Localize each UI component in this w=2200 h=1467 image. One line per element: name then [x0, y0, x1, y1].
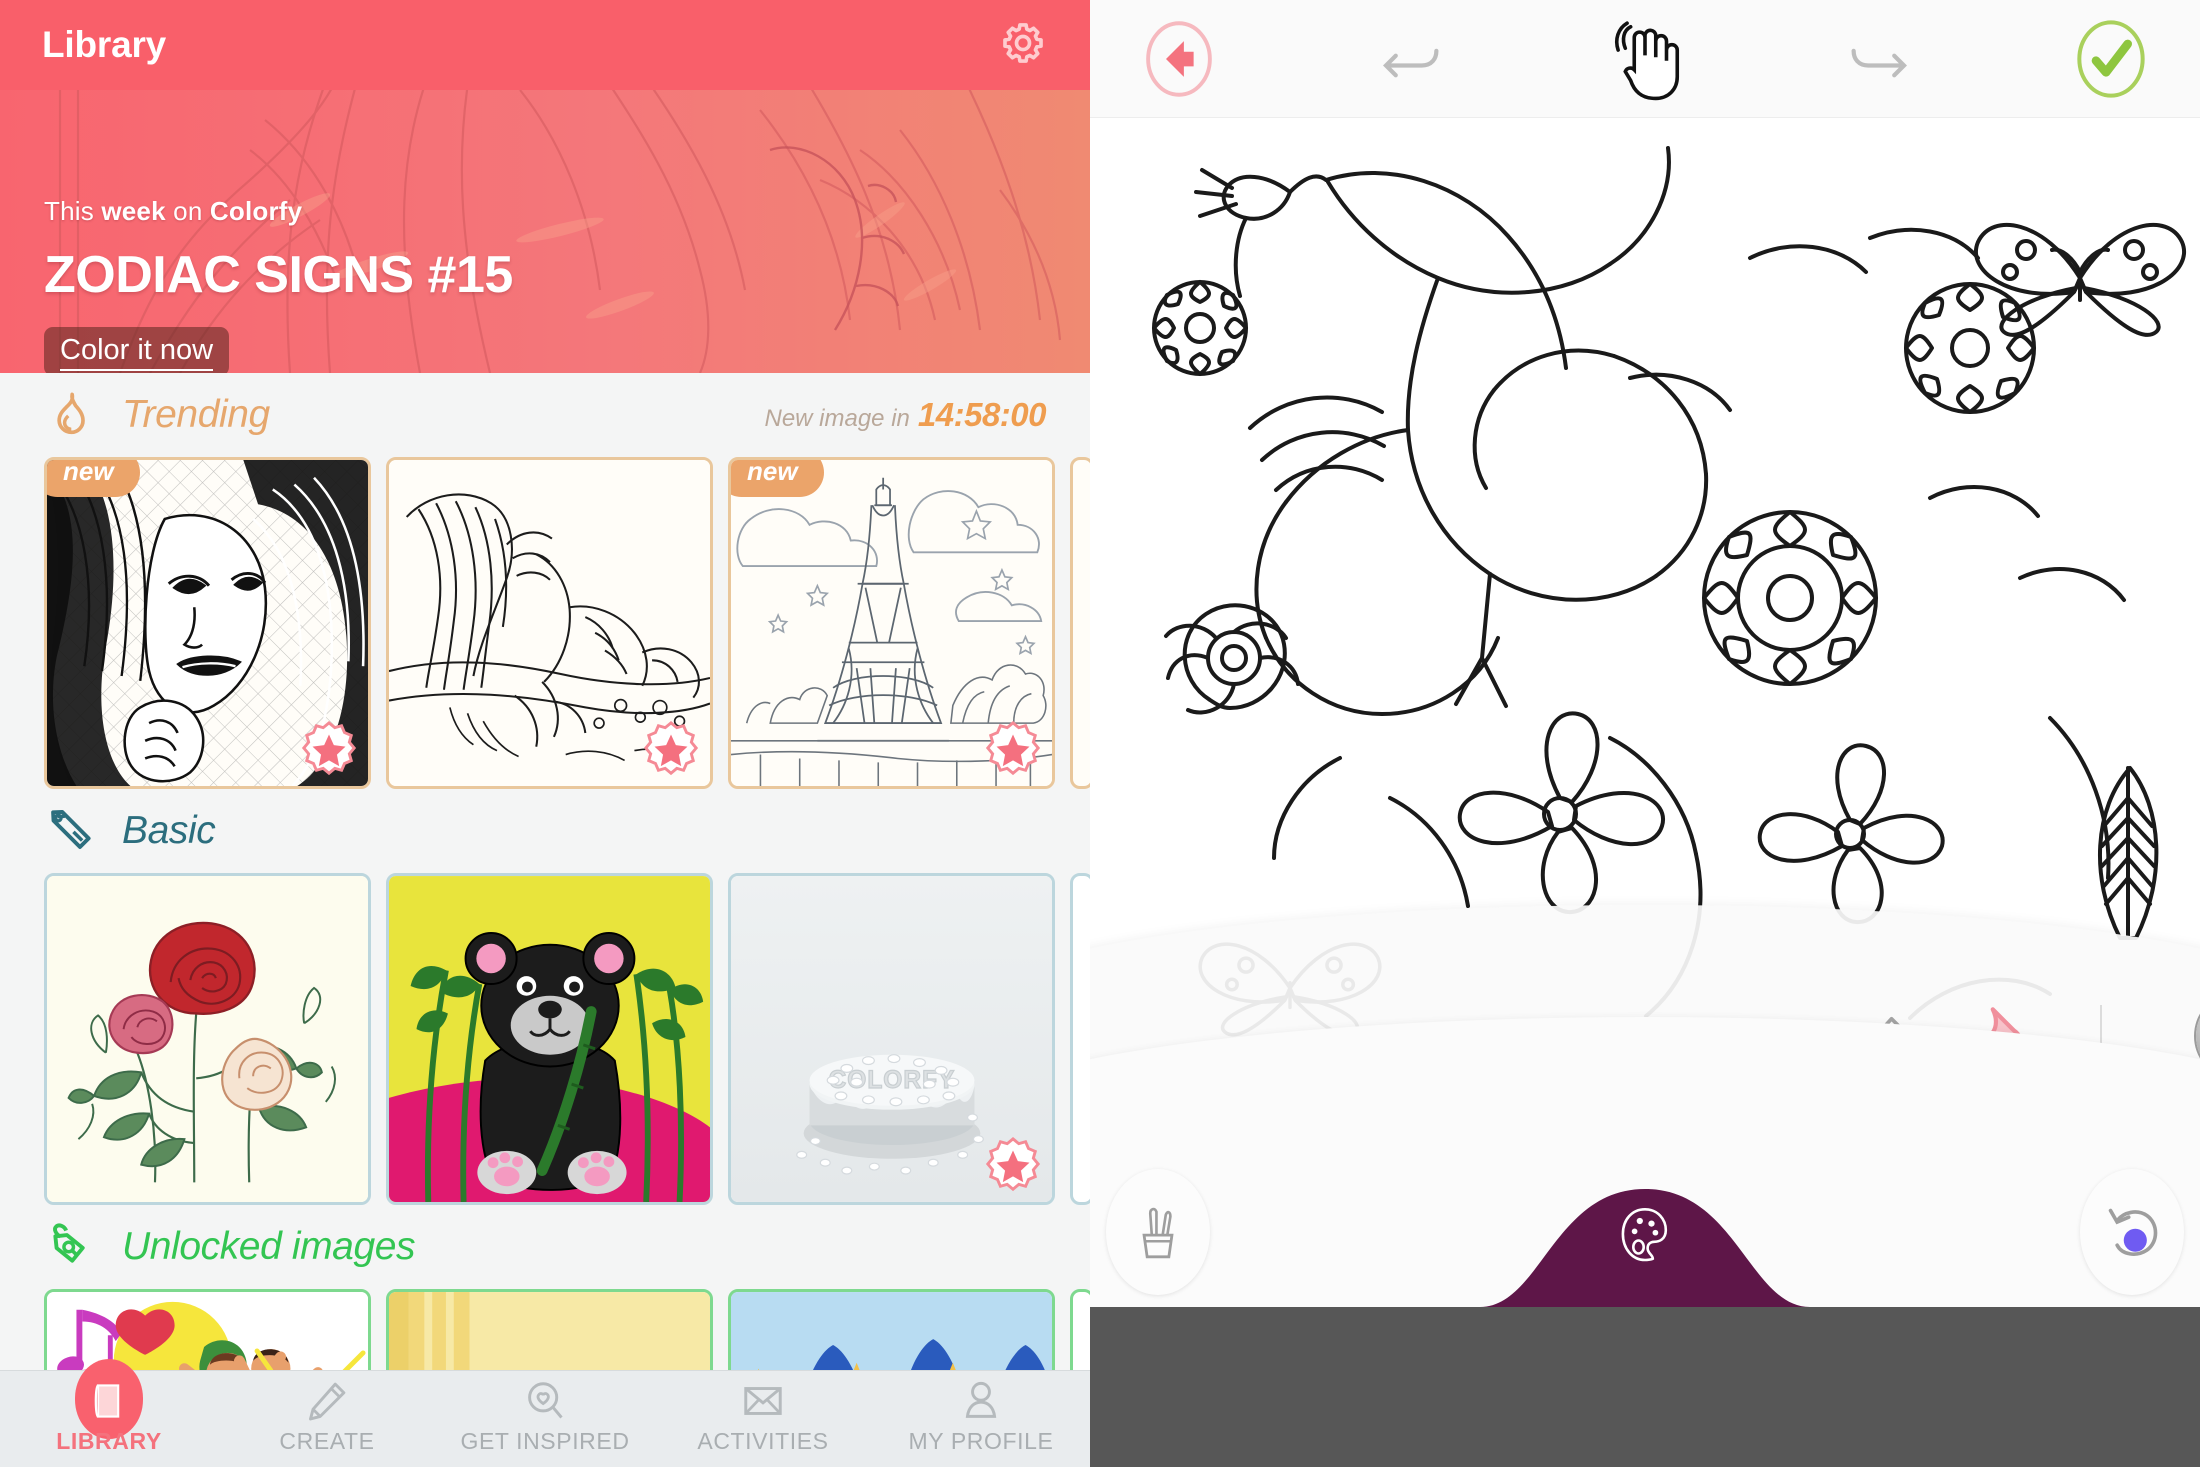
library-card[interactable]: new [44, 457, 371, 789]
star-badge-icon[interactable] [640, 718, 702, 780]
done-button[interactable] [2068, 16, 2154, 102]
section-header-unlocked: Unlocked images [0, 1205, 1090, 1289]
tab-get-inspired[interactable]: GET INSPIRED [436, 1371, 654, 1455]
section-label-unlocked: Unlocked images [122, 1225, 416, 1268]
unlock-tag-icon [53, 1223, 85, 1263]
section-label-trending: Trending [122, 393, 270, 436]
trending-card-row[interactable]: new new [0, 457, 1090, 789]
gear-icon [1003, 22, 1043, 63]
tab-label: ACTIVITIES [697, 1428, 829, 1454]
new-badge: new [47, 460, 140, 497]
tab-label: MY PROFILE [908, 1428, 1054, 1454]
check-circle-icon [2077, 19, 2145, 98]
settings-button[interactable] [1000, 20, 1046, 71]
hero-kicker-bold: week [101, 196, 166, 226]
heart-search-icon [528, 1382, 563, 1419]
tab-library[interactable]: LIBRARY [0, 1359, 218, 1455]
page-title: Library [42, 24, 167, 65]
library-header: Library [0, 0, 1090, 90]
section-header-basic: Basic [0, 789, 1090, 873]
color-it-now-label: Color it now [60, 334, 214, 371]
hero-banner[interactable]: This week on Colorfy ZODIAC SIGNS #15 Co… [0, 90, 1090, 373]
bottom-gray-area [1090, 1307, 2200, 1467]
tab-create[interactable]: CREATE [218, 1371, 436, 1455]
library-card[interactable]: new [728, 457, 1055, 789]
basic-card-row[interactable]: COLORFY [0, 873, 1090, 1205]
new-badge: new [731, 460, 824, 497]
tab-my-profile[interactable]: MY PROFILE [872, 1371, 1090, 1455]
section-label-basic: Basic [122, 809, 216, 852]
hero-kicker-pre: This [44, 196, 102, 226]
redo-button[interactable] [1835, 16, 1921, 102]
tab-label: CREATE [279, 1428, 375, 1454]
canvas-toolbar [1090, 0, 2200, 118]
hero-text-block: This week on Colorfy ZODIAC SIGNS #15 Co… [44, 196, 513, 373]
envelope-icon [744, 1387, 782, 1415]
bottom-tab-bar[interactable]: LIBRARY CREATE GET INSPIRED ACTIVITIES M… [0, 1359, 1090, 1467]
timer-prefix: New image in [764, 405, 910, 432]
tab-label: LIBRARY [56, 1428, 162, 1454]
new-image-timer: New image in 14:58:00 [764, 396, 1046, 434]
hero-kicker-mid: on [165, 196, 210, 226]
brush-cup-button[interactable] [1106, 1169, 1210, 1295]
flame-icon [57, 392, 85, 435]
tab-activities[interactable]: ACTIVITIES [654, 1371, 872, 1455]
hand-cursor-icon [1614, 20, 1680, 100]
brush-cup-icon [1142, 1207, 1174, 1259]
coloring-canvas-panel [1090, 0, 2200, 1467]
crayon-tag-icon [51, 809, 91, 849]
history-undo-button[interactable] [2080, 1169, 2184, 1295]
hero-kicker: This week on Colorfy [44, 196, 513, 227]
pencil-icon [309, 1382, 346, 1421]
redo-arrow-icon [1851, 48, 1907, 77]
undo-button[interactable] [1369, 16, 1455, 102]
selected-family-bump[interactable] [1480, 1175, 1810, 1307]
star-badge-icon[interactable] [982, 1134, 1044, 1196]
library-card[interactable] [386, 457, 713, 789]
undo-history-icon [2108, 1208, 2158, 1256]
library-card-partial[interactable] [1070, 457, 1090, 789]
color-it-now-button[interactable]: Color it now [44, 327, 230, 373]
hero-headline: ZODIAC SIGNS #15 [44, 246, 513, 304]
library-card[interactable] [44, 873, 371, 1205]
back-arrow-circle-icon [1146, 20, 1212, 97]
card-artwork-roses [47, 876, 368, 1202]
library-card[interactable]: COLORFY [728, 873, 1055, 1205]
star-badge-icon[interactable] [982, 718, 1044, 780]
star-badge-icon[interactable] [298, 718, 360, 780]
back-button[interactable] [1136, 16, 1222, 102]
person-icon [965, 1381, 997, 1418]
card-artwork-bear [389, 876, 710, 1202]
library-panel: Library This week on Colorfy ZODIAC SIGN… [0, 0, 1090, 1467]
hero-kicker-brand: Colorfy [209, 196, 303, 226]
pan-tool-button[interactable] [1602, 16, 1688, 102]
library-card-partial[interactable] [1070, 873, 1090, 1205]
undo-arrow-icon [1383, 48, 1439, 77]
section-header-trending: Trending New image in 14:58:00 [0, 373, 1090, 457]
library-card[interactable] [386, 873, 713, 1205]
timer-value: 14:58:00 [917, 396, 1047, 433]
palette-icon [1621, 1207, 1668, 1262]
book-icon [94, 1384, 120, 1418]
tab-label: GET INSPIRED [460, 1428, 630, 1454]
